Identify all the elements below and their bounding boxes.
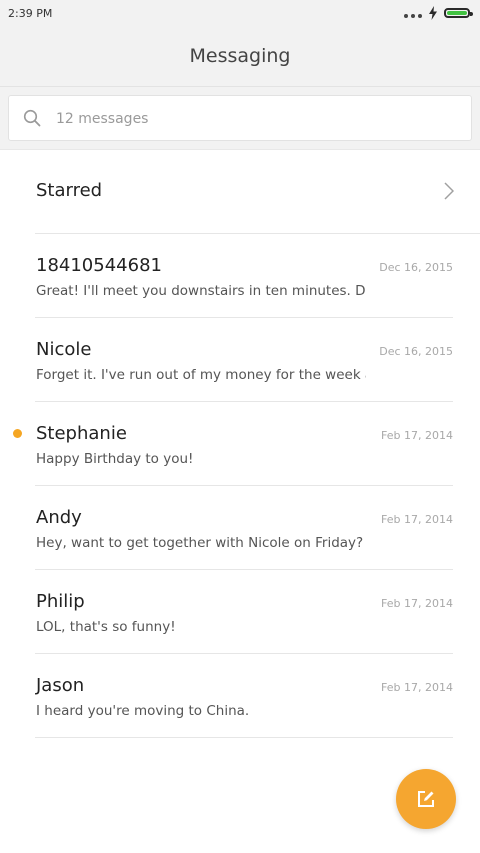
chevron-right-icon (444, 182, 454, 200)
search-box[interactable] (8, 95, 472, 142)
thread-list: 18410544681 Dec 16, 2015 Great! I'll mee… (0, 234, 480, 738)
thread-sender: Andy (36, 507, 82, 528)
thread-date: Feb 17, 2014 (381, 681, 453, 694)
more-dots-icon (404, 14, 422, 18)
starred-label: Starred (36, 180, 103, 201)
battery-icon (444, 8, 473, 18)
unread-indicator (13, 429, 22, 438)
thread-preview: Forget it. I've run out of my money for … (36, 367, 366, 383)
thread-date: Dec 16, 2015 (379, 345, 453, 358)
starred-row[interactable]: Starred (0, 150, 480, 234)
thread-preview: LOL, that's so funny! (36, 619, 176, 635)
charging-bolt-icon (429, 6, 437, 20)
thread-row[interactable]: Jason Feb 17, 2014 I heard you're moving… (0, 654, 480, 738)
thread-row[interactable]: Stephanie Feb 17, 2014 Happy Birthday to… (0, 402, 480, 486)
page-title: Messaging (189, 45, 291, 67)
thread-row[interactable]: 18410544681 Dec 16, 2015 Great! I'll mee… (0, 234, 480, 318)
search-input[interactable] (54, 96, 458, 142)
thread-preview: I heard you're moving to China. (36, 703, 250, 719)
row-divider (35, 737, 453, 738)
status-indicators (404, 6, 473, 20)
thread-preview: Hey, want to get together with Nicole on… (36, 535, 364, 551)
thread-date: Feb 17, 2014 (381, 513, 453, 526)
thread-row[interactable]: Nicole Dec 16, 2015 Forget it. I've run … (0, 318, 480, 402)
thread-sender: 18410544681 (36, 255, 162, 276)
thread-row[interactable]: Philip Feb 17, 2014 LOL, that's so funny… (0, 570, 480, 654)
thread-date: Feb 17, 2014 (381, 429, 453, 442)
battery-fill (447, 11, 467, 15)
thread-date: Feb 17, 2014 (381, 597, 453, 610)
thread-preview: Great! I'll meet you downstairs in ten m… (36, 283, 366, 299)
compose-button[interactable] (396, 769, 456, 829)
compose-icon (418, 791, 434, 807)
thread-sender: Jason (36, 675, 85, 696)
thread-sender: Nicole (36, 339, 92, 360)
app-header: Messaging (0, 30, 480, 87)
status-time: 2:39 PM (8, 7, 53, 20)
thread-sender: Philip (36, 591, 85, 612)
thread-preview: Happy Birthday to you! (36, 451, 194, 467)
thread-sender: Stephanie (36, 423, 127, 444)
status-bar: 2:39 PM (0, 0, 480, 30)
thread-row[interactable]: Andy Feb 17, 2014 Hey, want to get toget… (0, 486, 480, 570)
search-icon (23, 109, 41, 127)
thread-date: Dec 16, 2015 (379, 261, 453, 274)
search-bar (0, 87, 480, 150)
